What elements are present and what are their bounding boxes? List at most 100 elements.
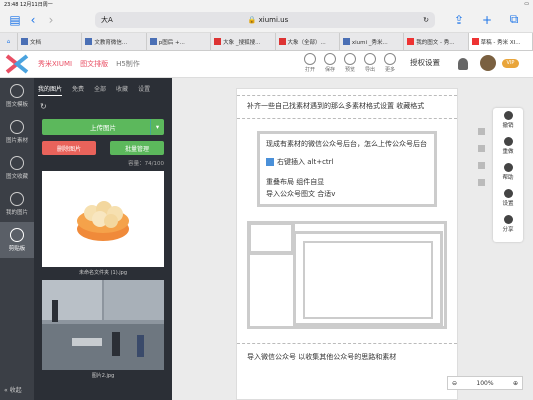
brand-name[interactable]: 秀米XIUMI <box>38 59 72 69</box>
status-time: 23:48 12月11日周一 <box>4 2 53 8</box>
zoom-out-icon[interactable]: ⊖ <box>452 380 457 387</box>
sidebar-toggle-icon[interactable]: ▤ <box>6 11 24 29</box>
avatar[interactable] <box>480 55 496 71</box>
star-icon[interactable] <box>478 145 485 152</box>
chevron-down-icon[interactable]: ▾ <box>150 119 164 135</box>
lock-icon: 🔒 <box>247 16 257 24</box>
address-bar[interactable]: 大A 🔒 xiumi.us ↻ <box>95 12 435 28</box>
nav-h5[interactable]: H5制作 <box>116 59 140 69</box>
office-photo <box>42 280 164 370</box>
collapse-button[interactable]: « 收起 <box>4 385 22 394</box>
image-panel: 我的图片 免费 全部 收藏 设置 ↻ 上传图片 ▾ 删除图片 批量管理 容量：74… <box>34 78 172 400</box>
url-domain: xiumi.us <box>258 16 289 24</box>
tab-my-images[interactable]: 我的图片 <box>38 84 63 96</box>
info-box[interactable]: 现成有素材的微信公众号后台，怎么上传公众号后台 右键插入 alt+ctrl 重叠… <box>257 131 437 207</box>
settings-button[interactable]: 设置 <box>493 186 523 212</box>
document-canvas[interactable]: 补齐一些自己找素材遇到的那么多素材格式设置 收藏格式 现成有素材的微信公众号后台… <box>236 88 458 400</box>
left-nav: 图文模板 图片素材 图文收藏 我的图片 剪贴板 « 收起 <box>0 78 34 400</box>
nav-template[interactable]: 图文模板 <box>0 78 34 114</box>
image-caption: 图片2.jpg <box>91 373 115 379</box>
browser-tab[interactable]: 大象（全部）... <box>276 33 340 50</box>
chart-icon[interactable] <box>478 162 485 169</box>
redo-icon <box>503 137 513 146</box>
delete-image-button[interactable]: 删除图片 <box>42 141 96 155</box>
upload-image-button[interactable]: 上传图片 ▾ <box>42 119 164 135</box>
paragraph[interactable]: 导入微信公众号 以收集其他公众号的思路和素材 <box>247 352 447 362</box>
open-icon <box>304 53 316 65</box>
favicon <box>85 38 93 45</box>
collection-icon <box>10 156 24 170</box>
tab-settings[interactable]: 设置 <box>138 84 150 96</box>
layout-block[interactable] <box>247 221 447 331</box>
app-header: 秀米XIUMI 图文排版 H5制作 打开 保存 预览 导出 更多 授权设置 VI… <box>0 51 533 78</box>
back-icon[interactable]: ‹ <box>24 11 42 29</box>
help-icon <box>503 163 513 172</box>
food-image <box>77 201 129 241</box>
browser-tab-active[interactable]: 草稿 - 秀米 XI... <box>468 33 533 50</box>
favicon <box>21 38 28 45</box>
browser-tab[interactable]: 我的图文 - 秀... <box>404 33 469 50</box>
browser-tab[interactable]: 大象 _搜狐搜... <box>211 33 276 50</box>
tab-all[interactable]: 全部 <box>94 84 106 96</box>
favicon <box>342 38 350 45</box>
box-title: 现成有素材的微信公众号后台，怎么上传公众号后台 <box>266 140 427 148</box>
browser-tab[interactable]: 文档 <box>18 33 83 50</box>
undo-button[interactable]: 撤销 <box>493 108 523 134</box>
forward-icon[interactable]: › <box>42 11 60 29</box>
divider <box>237 118 457 119</box>
more-button[interactable]: 更多 <box>380 53 400 73</box>
sync-settings-button[interactable]: 授权设置 <box>410 57 440 68</box>
open-button[interactable]: 打开 <box>300 53 320 73</box>
gear-icon <box>503 189 513 198</box>
share-button[interactable]: 分享 <box>493 212 523 238</box>
paragraph[interactable]: 补齐一些自己找素材遇到的那么多素材格式设置 收藏格式 <box>247 100 447 112</box>
bell-icon[interactable] <box>458 58 468 70</box>
export-icon <box>364 53 376 65</box>
nav-image-material[interactable]: 图片素材 <box>0 114 34 150</box>
clipboard-icon <box>10 228 24 242</box>
share-icon <box>503 215 513 224</box>
zoom-in-icon[interactable]: ⊕ <box>513 380 518 387</box>
share-icon[interactable]: ⇪ <box>450 11 468 29</box>
reload-icon[interactable]: ↻ <box>423 16 429 24</box>
tab-favorites[interactable]: 收藏 <box>116 84 128 96</box>
battery-icon: ▭ <box>524 1 529 7</box>
tab-free[interactable]: 免费 <box>72 84 84 96</box>
refresh-icon[interactable]: ↻ <box>40 102 166 111</box>
browser-tab[interactable]: xiumi _秀米... <box>340 33 405 50</box>
line: 重叠布局 组件自显 <box>266 178 325 186</box>
xiumi-logo-icon[interactable] <box>4 54 30 74</box>
reader-mode-button[interactable]: 大A <box>101 15 113 25</box>
grid-icon[interactable] <box>478 128 485 135</box>
batch-manage-button[interactable]: 批量管理 <box>110 141 164 155</box>
tabs-overview-icon[interactable]: ⧉ <box>505 11 523 29</box>
browser-tab[interactable]: 文教育微信... <box>82 33 147 50</box>
undo-icon <box>503 111 513 120</box>
panel-tabs: 我的图片 免费 全部 收藏 设置 <box>34 78 172 96</box>
nav-collection[interactable]: 图文收藏 <box>0 150 34 186</box>
tab-strip: ⌂ 文档 文教育微信... p图后 +... 大象 _搜狐搜... 大象（全部）… <box>0 33 533 51</box>
export-button[interactable]: 导出 <box>360 53 380 73</box>
save-button[interactable]: 保存 <box>320 53 340 73</box>
mini-toolbar <box>478 128 488 196</box>
image-icon <box>10 120 24 134</box>
redo-button[interactable]: 重做 <box>493 134 523 160</box>
new-tab-icon[interactable]: + <box>478 11 496 29</box>
browser-toolbar: ▤ ‹ › 大A 🔒 xiumi.us ↻ ⇪ + ⧉ <box>0 7 533 33</box>
nav-tuwen[interactable]: 图文排版 <box>80 59 108 69</box>
browser-tab[interactable]: p图后 +... <box>147 33 212 50</box>
preview-button[interactable]: 预览 <box>340 53 360 73</box>
vip-badge[interactable]: VIP <box>502 59 519 68</box>
favicon <box>407 38 415 45</box>
bookmark-icon[interactable]: ⌂ <box>0 33 18 50</box>
eye-icon[interactable] <box>478 179 485 186</box>
toolbar: 打开 保存 预览 导出 更多 <box>300 53 400 73</box>
help-button[interactable]: 帮助 <box>493 160 523 186</box>
zoom-level: 100% <box>476 379 494 387</box>
nav-my-images[interactable]: 我的图片 <box>0 186 34 222</box>
image-thumbnail[interactable] <box>42 280 164 370</box>
favicon <box>278 38 286 45</box>
template-icon <box>10 84 24 98</box>
image-thumbnail[interactable] <box>42 171 164 267</box>
nav-clipboard[interactable]: 剪贴板 <box>0 222 34 258</box>
